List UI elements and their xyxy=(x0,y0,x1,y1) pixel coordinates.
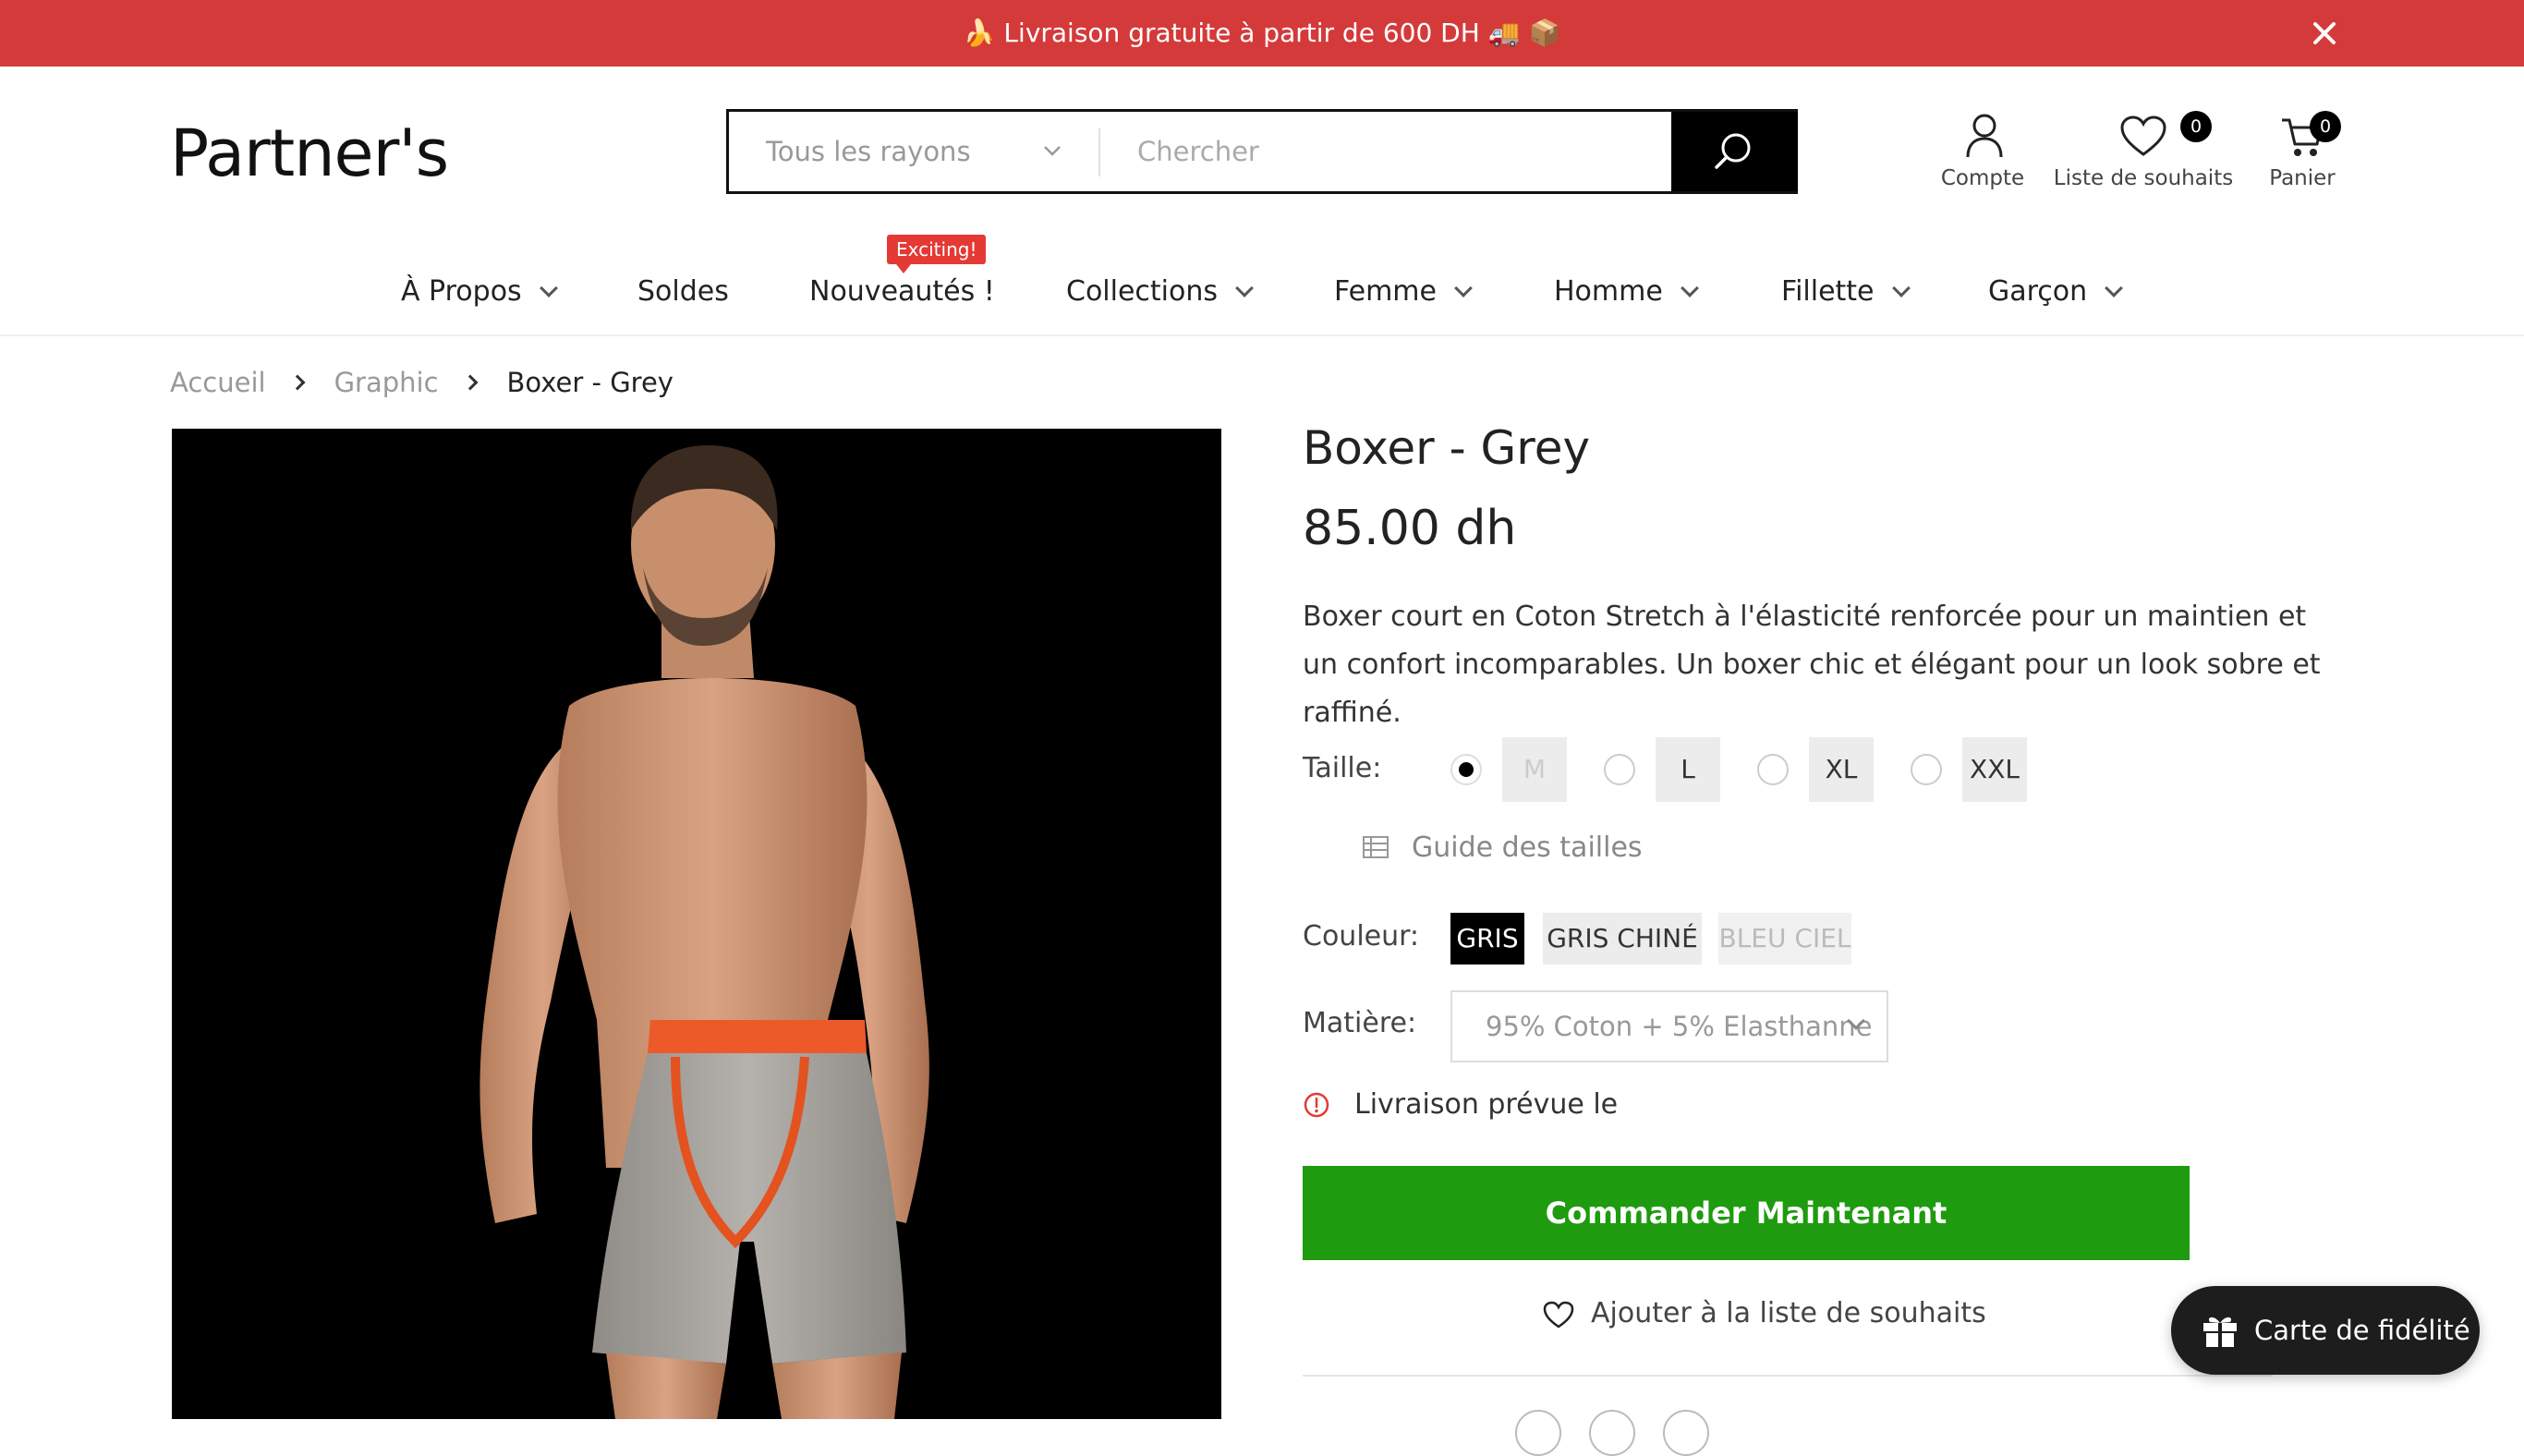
share-icon[interactable] xyxy=(1515,1410,1561,1456)
color-label: Couleur: xyxy=(1303,920,1420,952)
color-option-bleu-ciel[interactable]: BLEU CIEL xyxy=(1718,913,1851,965)
order-now-button[interactable]: Commander Maintenant xyxy=(1303,1166,2190,1260)
size-option-l[interactable]: L xyxy=(1656,737,1720,802)
cart-count-badge: 0 xyxy=(2310,111,2341,142)
chevron-down-icon xyxy=(1235,279,1254,297)
nav-item-label: Femme xyxy=(1334,275,1437,308)
alert-circle-icon xyxy=(1304,1092,1329,1118)
share-icon[interactable] xyxy=(1589,1410,1635,1456)
divider xyxy=(1303,1375,2273,1377)
chevron-down-icon xyxy=(1891,279,1911,297)
chevron-down-icon xyxy=(1680,279,1699,297)
loyalty-card-label: Carte de fidélité xyxy=(2254,1315,2470,1346)
search-button[interactable] xyxy=(1671,112,1798,191)
size-radio-l[interactable] xyxy=(1604,754,1635,785)
share-icon[interactable] xyxy=(1663,1410,1709,1456)
product-description: Boxer court en Coton Stretch à l'élastic… xyxy=(1303,601,2321,729)
chevron-down-icon xyxy=(1044,146,1061,156)
product-image[interactable] xyxy=(172,429,1221,1419)
nav-item-label: Soldes xyxy=(637,275,729,308)
nav-item-fillette[interactable]: Fillette xyxy=(1781,266,1911,318)
cart-label: Panier xyxy=(2269,166,2336,190)
color-option-gris[interactable]: GRIS xyxy=(1450,913,1524,965)
nav-item-label: Garçon xyxy=(1988,275,2088,308)
delivery-text: Livraison prévue le xyxy=(1354,1088,1619,1121)
size-option-xxl[interactable]: XXL xyxy=(1962,737,2027,802)
wishlist-label: Liste de souhaits xyxy=(2053,166,2234,190)
search-icon xyxy=(1715,133,1751,169)
main-navigation: À Propos Soldes Nouveautés ! Collections… xyxy=(0,238,2524,336)
announcement-text: 🍌 Livraison gratuite à partir de 600 DH … xyxy=(963,18,1561,48)
announcement-bar: 🍌 Livraison gratuite à partir de 600 DH … xyxy=(0,0,2524,67)
material-label: Matière: xyxy=(1303,1007,1417,1039)
chevron-down-icon xyxy=(2105,279,2124,297)
user-icon xyxy=(1966,114,2003,158)
breadcrumb: Accueil Graphic Boxer - Grey xyxy=(170,362,673,403)
wishlist-count-badge: 0 xyxy=(2180,111,2212,142)
wishlist-link[interactable]: 0 Liste de souhaits xyxy=(2053,109,2234,194)
chevron-right-icon xyxy=(289,374,306,391)
chevron-down-icon xyxy=(1454,279,1473,297)
breadcrumb-current: Boxer - Grey xyxy=(506,367,673,398)
add-to-wishlist-label: Ajouter à la liste de souhaits xyxy=(1591,1297,1986,1329)
cart-link[interactable]: 0 Panier xyxy=(2260,109,2345,194)
nav-item-label: Nouveautés ! xyxy=(809,275,995,308)
chevron-right-icon xyxy=(462,374,479,391)
account-link[interactable]: Compte xyxy=(1935,109,2031,194)
nav-item-femme[interactable]: Femme xyxy=(1334,266,1473,318)
loyalty-card-button[interactable]: Carte de fidélité xyxy=(2171,1286,2480,1375)
breadcrumb-link-home[interactable]: Accueil xyxy=(170,362,266,403)
table-icon xyxy=(1363,836,1389,858)
search-input[interactable] xyxy=(1100,112,1655,191)
material-select-value: 95% Coton + 5% Elasthanne xyxy=(1486,1011,1873,1042)
size-radio-xxl[interactable] xyxy=(1911,754,1942,785)
site-logo[interactable]: Partner's xyxy=(170,107,449,200)
gift-icon xyxy=(2203,1316,2237,1347)
category-select[interactable]: Tous les rayons xyxy=(729,112,1098,191)
size-option-m[interactable]: M xyxy=(1502,737,1567,802)
heart-icon xyxy=(1543,1301,1574,1329)
breadcrumb-link-category[interactable]: Graphic xyxy=(334,362,439,403)
color-option-gris-chine[interactable]: GRIS CHINÉ xyxy=(1543,913,1702,965)
nav-item-label: Homme xyxy=(1554,275,1663,308)
search-bar: Tous les rayons xyxy=(726,109,1798,194)
chevron-down-icon xyxy=(539,279,558,297)
nav-item-label: À Propos xyxy=(401,275,522,308)
product-price: 85.00 dh xyxy=(1303,501,1517,556)
size-guide-label: Guide des tailles xyxy=(1412,831,1643,864)
nav-item-garcon[interactable]: Garçon xyxy=(1988,266,2124,318)
nav-item-label: Fillette xyxy=(1781,275,1875,308)
size-radio-m[interactable] xyxy=(1450,754,1482,785)
product-title: Boxer - Grey xyxy=(1303,421,1591,475)
size-label: Taille: xyxy=(1303,752,1382,784)
nav-item-a-propos[interactable]: À Propos xyxy=(401,266,558,318)
category-select-value: Tous les rayons xyxy=(766,136,971,167)
nav-item-label: Collections xyxy=(1066,275,1219,308)
account-label: Compte xyxy=(1940,166,2025,190)
new-badge: Exciting! xyxy=(887,235,987,273)
nav-item-collections[interactable]: Collections xyxy=(1066,266,1254,318)
size-radio-xl[interactable] xyxy=(1757,754,1789,785)
nav-item-soldes[interactable]: Soldes xyxy=(637,266,729,318)
model-photo xyxy=(479,445,929,1419)
close-announcement-icon[interactable] xyxy=(2304,13,2345,54)
material-select[interactable]: 95% Coton + 5% Elasthanne xyxy=(1450,990,1888,1062)
nav-item-nouveautes[interactable]: Nouveautés ! xyxy=(809,266,995,318)
nav-item-homme[interactable]: Homme xyxy=(1554,266,1699,318)
heart-icon xyxy=(2120,115,2166,156)
size-option-xl[interactable]: XL xyxy=(1809,737,1874,802)
